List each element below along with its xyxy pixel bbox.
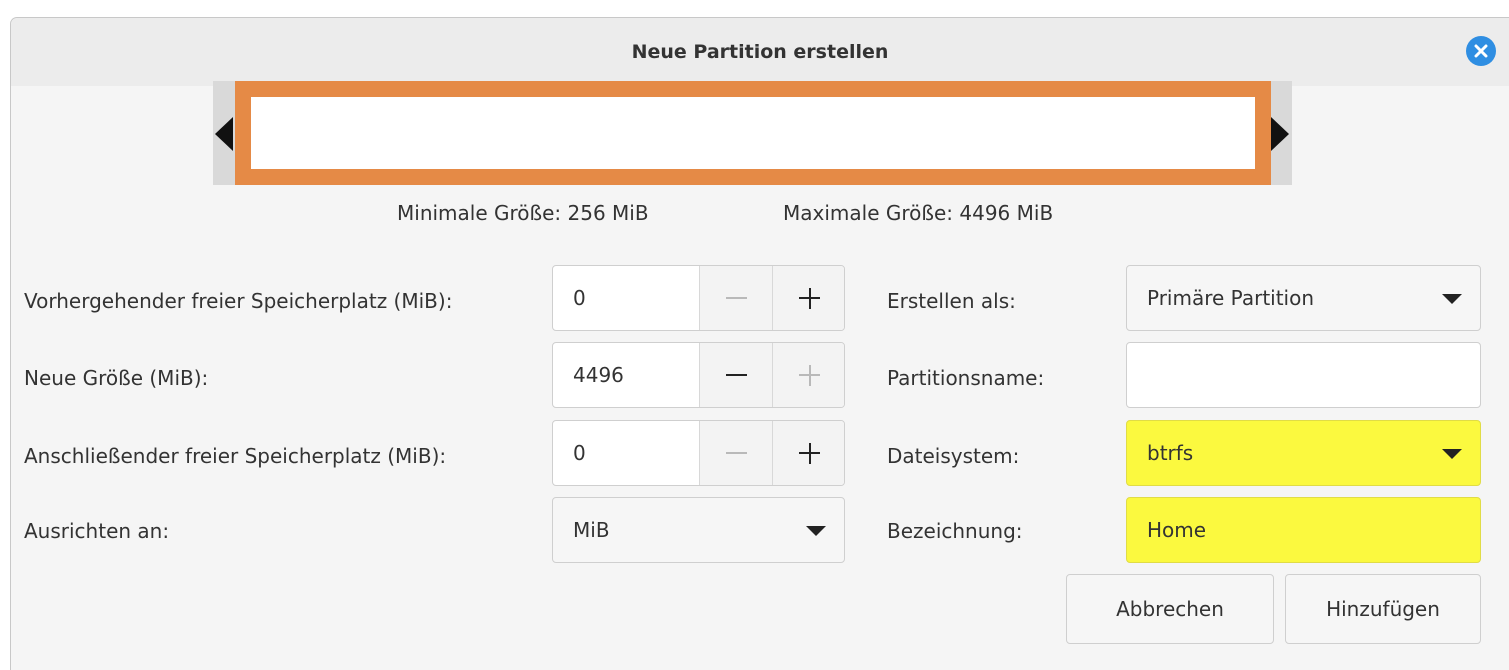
minimum-size-text: Minimale Größe: 256 MiB xyxy=(397,201,649,225)
dialog-title: Neue Partition erstellen xyxy=(631,41,889,63)
new-size-input[interactable]: 4496 xyxy=(553,343,699,407)
filesystem-combo[interactable]: btrfs xyxy=(1126,420,1481,486)
following-space-input[interactable]: 0 xyxy=(553,421,699,485)
minus-icon xyxy=(726,452,747,454)
new-size-increment-button[interactable] xyxy=(772,343,844,407)
cancel-button[interactable]: Abbrechen xyxy=(1066,574,1274,644)
preceding-space-label: Vorhergehender freier Speicherplatz (MiB… xyxy=(24,289,453,313)
filesystem-combo-value: btrfs xyxy=(1147,441,1194,465)
preceding-space-increment-button[interactable] xyxy=(772,266,844,330)
partition-name-label: Partitionsname: xyxy=(887,366,1045,390)
minus-icon xyxy=(726,374,747,376)
following-space-spinbutton: 0 xyxy=(552,420,845,486)
align-combo[interactable]: MiB xyxy=(552,497,845,563)
new-size-decrement-button[interactable] xyxy=(699,343,772,407)
chevron-down-icon xyxy=(806,526,826,536)
following-space-increment-button[interactable] xyxy=(772,421,844,485)
filesystem-label: Dateisystem: xyxy=(887,444,1020,468)
align-label: Ausrichten an: xyxy=(24,519,170,543)
arrow-left-handle-icon[interactable] xyxy=(215,117,233,151)
create-as-combo-value: Primäre Partition xyxy=(1147,286,1315,310)
label-input-value: Home xyxy=(1147,518,1207,542)
create-as-label: Erstellen als: xyxy=(887,289,1016,313)
label-field-label: Bezeichnung: xyxy=(887,519,1023,543)
add-button[interactable]: Hinzufügen xyxy=(1285,574,1481,644)
close-icon[interactable] xyxy=(1466,36,1496,66)
new-size-label: Neue Größe (MiB): xyxy=(24,366,209,390)
partition-name-input[interactable] xyxy=(1126,342,1481,408)
following-space-decrement-button[interactable] xyxy=(699,421,772,485)
partition-bar-inner xyxy=(251,97,1255,169)
preceding-space-spinbutton: 0 xyxy=(552,265,845,331)
preceding-space-decrement-button[interactable] xyxy=(699,266,772,330)
maximum-size-text: Maximale Größe: 4496 MiB xyxy=(783,201,1054,225)
chevron-down-icon xyxy=(1442,294,1462,304)
align-combo-value: MiB xyxy=(573,518,610,542)
partition-bar[interactable] xyxy=(235,81,1271,185)
minus-icon xyxy=(726,297,747,299)
label-input[interactable]: Home xyxy=(1126,497,1481,563)
chevron-down-icon xyxy=(1442,449,1462,459)
create-as-combo[interactable]: Primäre Partition xyxy=(1126,265,1481,331)
title-bar: Neue Partition erstellen xyxy=(11,18,1509,86)
following-space-label: Anschließender freier Speicherplatz (MiB… xyxy=(24,444,447,468)
preceding-space-input[interactable]: 0 xyxy=(553,266,699,330)
new-size-spinbutton: 4496 xyxy=(552,342,845,408)
arrow-right-handle-icon[interactable] xyxy=(1271,117,1289,151)
